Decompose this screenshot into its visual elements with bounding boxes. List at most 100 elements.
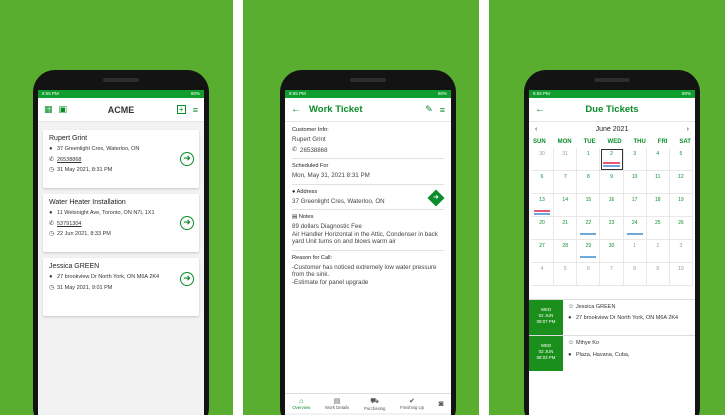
- calendar-day[interactable]: 27: [531, 240, 555, 263]
- calendar-day[interactable]: 6: [577, 263, 601, 286]
- list-icon: ▤: [333, 398, 341, 405]
- calendar-day[interactable]: 30: [531, 148, 555, 171]
- calendar-day[interactable]: 11: [646, 171, 670, 194]
- calendar-day[interactable]: 9: [646, 263, 670, 286]
- menu-icon[interactable]: ≡: [193, 105, 198, 115]
- page-title: Work Ticket: [309, 104, 363, 115]
- location-pin-icon: ●: [568, 351, 572, 358]
- screenshot-panel-2: 8:55 PM 80% ← Work Ticket ✎ ≡ Customer I…: [243, 0, 479, 415]
- calendar-day[interactable]: 6: [531, 171, 555, 194]
- bottom-tab-bar: ⌂ Overview ▤ Work Details ⛟ Purchasing ✔ Fin…: [285, 393, 451, 413]
- calendar-day[interactable]: 2: [646, 240, 670, 263]
- back-arrow-icon[interactable]: ←: [291, 104, 301, 115]
- speaker: [594, 78, 630, 82]
- ticket-phone[interactable]: 53791304: [57, 221, 81, 228]
- calendar-day[interactable]: 1: [623, 240, 647, 263]
- calendar-day[interactable]: 25: [646, 217, 670, 240]
- tab-work-details[interactable]: ▤ Work Details: [325, 397, 349, 410]
- calendar-day[interactable]: 3: [669, 240, 693, 263]
- calendar-day[interactable]: 30: [600, 240, 624, 263]
- edit-icon[interactable]: ✎: [425, 104, 433, 115]
- home-icon: ⌂: [299, 397, 304, 405]
- ticket-card-2[interactable]: Water Heater Installation ● 11 Wetsnight …: [43, 194, 199, 252]
- calendar-day[interactable]: 7: [554, 171, 578, 194]
- ticket-phone[interactable]: 26538868: [57, 157, 81, 164]
- calendar-day[interactable]: 16: [600, 194, 624, 217]
- calendar-day[interactable]: 5: [669, 148, 693, 171]
- back-arrow-icon[interactable]: ←: [535, 104, 545, 115]
- phone-frame: 8:55 PM 80% ← Due Tickets ‹ June 2021 › …: [524, 70, 700, 415]
- calendar-day[interactable]: 10: [669, 263, 693, 286]
- calendar-day[interactable]: 9: [600, 171, 624, 194]
- calendar-day[interactable]: 13: [531, 194, 555, 217]
- calendar-day[interactable]: 28: [554, 240, 578, 263]
- calendar-day[interactable]: 24: [623, 217, 647, 240]
- open-ticket-arrow-icon[interactable]: ➜: [180, 272, 194, 286]
- clock-icon: ◷: [49, 284, 55, 291]
- screenshot-panel-3: 8:55 PM 80% ← Due Tickets ‹ June 2021 › …: [489, 0, 725, 415]
- tab-purchasing[interactable]: ⛟ Purchasing: [364, 397, 386, 411]
- event-marker: [580, 233, 597, 235]
- calendar-day[interactable]: 20: [531, 217, 555, 240]
- calendar-day[interactable]: 15: [577, 194, 601, 217]
- status-time: 8:55 PM: [42, 91, 59, 96]
- ticket-name: Water Heater Installation: [49, 199, 126, 206]
- location-pin-icon: ●: [49, 146, 53, 152]
- prev-month-icon[interactable]: ‹: [535, 126, 537, 133]
- camera-icon[interactable]: ◙: [439, 399, 444, 408]
- calendar-day[interactable]: 10: [623, 171, 647, 194]
- open-ticket-arrow-icon[interactable]: ➜: [180, 152, 194, 166]
- calendar-day[interactable]: 8: [623, 263, 647, 286]
- weekday-header: SUN MON TUE WED THU FRI SAT: [533, 139, 691, 145]
- calendar-day[interactable]: 4: [646, 148, 670, 171]
- due-list: WED 02 JUN 08:07 PM ☺ Jessica GREEN ● 27 b…: [529, 299, 695, 371]
- calendar-day[interactable]: 22: [577, 217, 601, 240]
- ticket-date: 31 May 2021, 8:31 PM: [57, 167, 113, 173]
- calendar-check-icon[interactable]: ▣: [59, 104, 68, 115]
- ticket-date: 31 May 2021, 9:01 PM: [57, 284, 113, 291]
- calendar-day[interactable]: 12: [669, 171, 693, 194]
- status-battery: 80%: [681, 91, 691, 96]
- calendar-day[interactable]: 7: [600, 263, 624, 286]
- phone-icon: ✆: [49, 156, 55, 163]
- due-item-1[interactable]: WED 02 JUN 08:07 PM ☺ Jessica GREEN ● 27 b…: [529, 299, 695, 335]
- calendar-day[interactable]: 18: [646, 194, 670, 217]
- add-ticket-icon[interactable]: +: [176, 105, 186, 114]
- calendar-day[interactable]: 3: [623, 148, 647, 171]
- calendar: ‹ June 2021 › SUN MON TUE WED THU FRI SA…: [529, 122, 695, 286]
- calendar-day[interactable]: 5: [554, 263, 578, 286]
- tab-overview[interactable]: ⌂ Overview: [292, 398, 310, 410]
- calendar-day[interactable]: 8: [577, 171, 601, 194]
- ticket-card-3[interactable]: Jessica GREEN ● 27 brookview Dr North Yor…: [43, 258, 199, 316]
- calendar-day[interactable]: 26: [669, 217, 693, 240]
- calendar-day[interactable]: 14: [554, 194, 578, 217]
- status-time: 8:55 PM: [533, 91, 550, 96]
- calendar-day[interactable]: 2: [600, 148, 624, 171]
- due-date-block: WED 02 JUN 08:03 PM: [529, 336, 563, 371]
- menu-icon[interactable]: ≡: [440, 105, 445, 115]
- due-item-2[interactable]: WED 02 JUN 08:03 PM ☺ Mihye Ko ● Plaza, Ha…: [529, 335, 695, 371]
- calendar-day[interactable]: 23: [600, 217, 624, 240]
- scheduled-value: Mon, May 31, 2021 8:31 PM: [292, 172, 370, 179]
- calendar-day[interactable]: 31: [554, 148, 578, 171]
- ticket-details: Customer Info: Rupert Grint ✆ 26538868 Sc…: [285, 122, 451, 291]
- checkmark-icon: ✔: [409, 398, 416, 405]
- calendar-day[interactable]: 4: [531, 263, 555, 286]
- calendar-icon[interactable]: ▦: [44, 104, 53, 115]
- notes-label: Notes: [298, 214, 314, 220]
- calendar-day[interactable]: 19: [669, 194, 693, 217]
- status-bar: 8:55 PM 80%: [285, 90, 451, 98]
- calendar-day[interactable]: 17: [623, 194, 647, 217]
- customer-phone[interactable]: 26538868: [300, 147, 328, 155]
- location-pin-icon: ●: [49, 274, 53, 280]
- calendar-day[interactable]: 21: [554, 217, 578, 240]
- phone-icon: ✆: [292, 146, 298, 153]
- calendar-day[interactable]: 29: [577, 240, 601, 263]
- app-bar: ← Work Ticket ✎ ≡: [285, 98, 451, 122]
- next-month-icon[interactable]: ›: [687, 126, 689, 133]
- due-name: Mihye Ko: [576, 340, 599, 346]
- open-ticket-arrow-icon[interactable]: ➜: [180, 216, 194, 230]
- calendar-day[interactable]: 1: [577, 148, 601, 171]
- tab-finishing-up[interactable]: ✔ Finishing Up: [400, 397, 424, 410]
- ticket-card-1[interactable]: Rupert Grint ● 37 Greenlight Cres, Waterl…: [43, 130, 199, 188]
